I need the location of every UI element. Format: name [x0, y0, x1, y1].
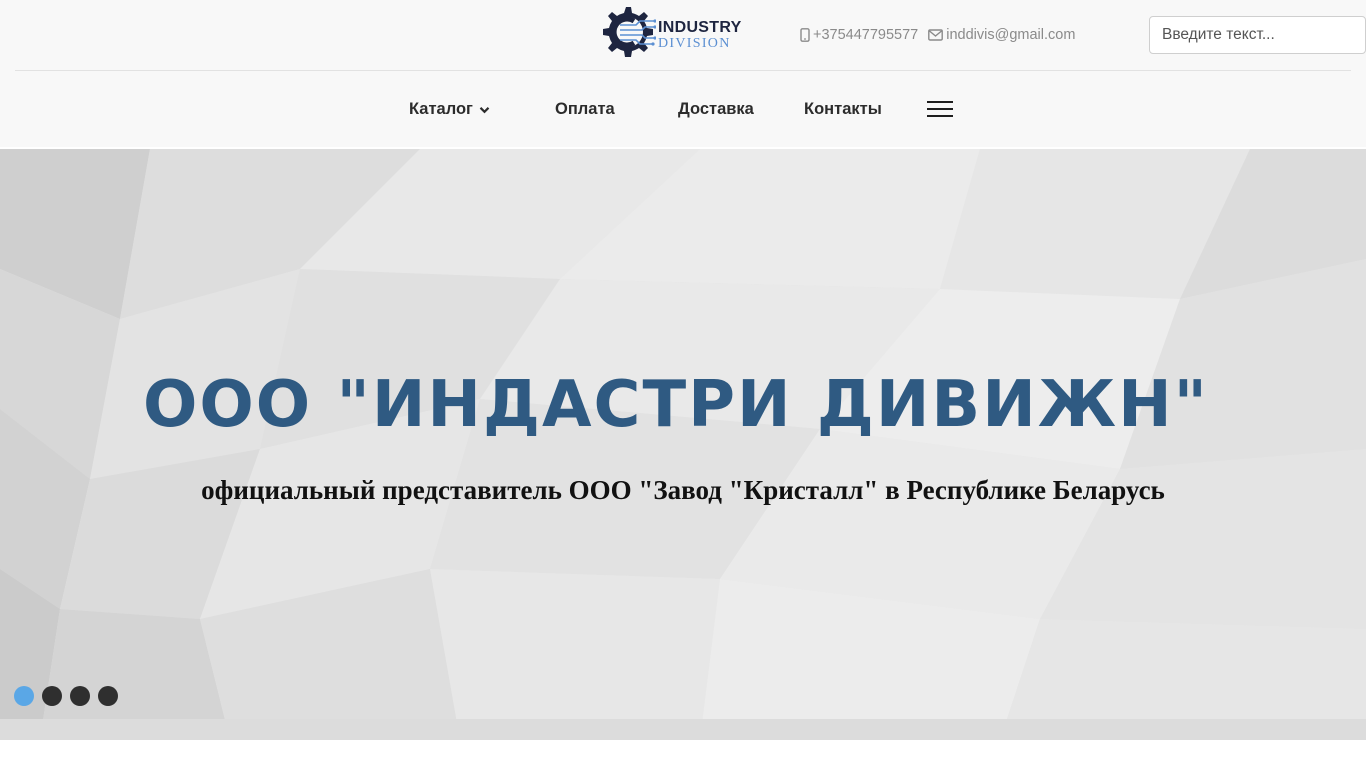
envelope-icon [928, 29, 944, 41]
logo-wordmark: INDUSTRY DIVISION [658, 18, 742, 51]
nav-item-delivery[interactable]: Доставка [678, 96, 754, 122]
site-header: INDUSTRY DIVISION +375447795577 inddivis… [0, 0, 1366, 147]
low-poly-background [0, 149, 1366, 740]
slider-pagination [14, 686, 126, 706]
hero-subtitle: официальный представитель ООО "Завод "Кр… [201, 475, 1165, 505]
slider-dot-2[interactable] [42, 686, 62, 706]
nav-item-label: Доставка [678, 100, 754, 118]
nav-item-label: Каталог [409, 100, 473, 118]
main-nav: Каталог Оплата Доставка Контакты [0, 96, 1366, 122]
nav-item-payment[interactable]: Оплата [555, 96, 615, 122]
nav-item-label: Контакты [804, 100, 882, 118]
site-logo[interactable]: INDUSTRY DIVISION [596, 2, 768, 68]
email-address: inddivis@gmail.com [946, 27, 1076, 43]
nav-item-contacts[interactable]: Контакты [804, 96, 882, 122]
hero-title: ООО "ИНДАСТРИ ДИВИЖН" [142, 368, 1210, 442]
hero-slider: ООО "ИНДАСТРИ ДИВИЖН" официальный предст… [0, 149, 1366, 740]
phone-number: +375447795577 [813, 27, 919, 43]
header-divider [15, 70, 1351, 71]
nav-item-label: Оплата [555, 100, 615, 118]
logo-text-line2: DIVISION [658, 35, 731, 51]
logo-text-line1: INDUSTRY [658, 18, 742, 36]
chevron-down-icon [479, 106, 490, 113]
phone-link[interactable]: +375447795577 [800, 27, 918, 43]
slider-dot-4[interactable] [98, 686, 118, 706]
search-input[interactable] [1149, 16, 1366, 54]
slider-dot-1[interactable] [14, 686, 34, 706]
header-contacts: +375447795577 inddivis@gmail.com [800, 26, 1085, 44]
gear-circuit-logo-icon [603, 7, 656, 57]
email-link[interactable]: inddivis@gmail.com [928, 27, 1075, 43]
slider-dot-3[interactable] [70, 686, 90, 706]
hamburger-menu-icon[interactable] [927, 100, 953, 118]
nav-item-catalog[interactable]: Каталог [409, 96, 490, 122]
mobile-phone-icon [800, 28, 810, 42]
